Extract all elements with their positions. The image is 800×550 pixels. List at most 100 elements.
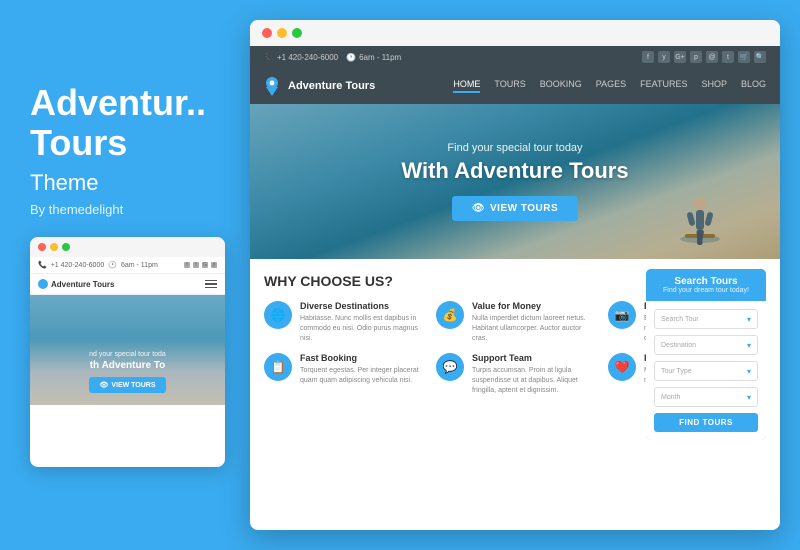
mp-topbar-right: f t G p [184, 262, 217, 268]
rp-hours: 🕐 6am - 11pm [346, 53, 401, 62]
mobile-preview: 📞 +1 420-240-6000 🕐 6am - 11pm f t G p A… [30, 237, 225, 467]
nav-pages[interactable]: PAGES [596, 79, 626, 93]
social-facebook[interactable]: f [642, 51, 654, 63]
rp-navbar: Adventure Tours HOME TOURS BOOKING PAGES… [250, 68, 780, 104]
social-twitter[interactable]: y [658, 51, 670, 63]
rp-topbar: 📞 +1 420-240-6000 🕐 6am - 11pm f y G+ p … [250, 46, 780, 68]
logo-pin-icon [264, 76, 280, 96]
rp-topbar-left: 📞 +1 420-240-6000 🕐 6am - 11pm [264, 53, 401, 62]
sw-input-month[interactable]: Month ▾ [654, 387, 758, 407]
sw-field-month: Month ▾ [654, 387, 758, 407]
rp-phone: 📞 +1 420-240-6000 [264, 53, 338, 62]
feature-text-2: Nulla imperdiet dictum laoreet netus. Ha… [472, 314, 594, 343]
feature-title-2: Value for Money [472, 301, 594, 311]
feature-money-icon: 💰 [436, 301, 464, 329]
feature-title-4: Fast Booking [300, 353, 422, 363]
clock-icon: 🕐 [346, 53, 356, 62]
feature-support-team: 💬 Support Team Turpis accumsan. Proin at… [436, 353, 594, 395]
mp-social-g: G [202, 262, 208, 268]
feature-value-money: 💰 Value for Money Nulla imperdiet dictum… [436, 301, 594, 343]
mp-logo-text: Adventure Tours [51, 280, 114, 289]
sw-arrow-month: ▾ [747, 393, 751, 402]
social-tumblr[interactable]: t [722, 51, 734, 63]
mp-social-t: t [193, 262, 199, 268]
nav-tours[interactable]: TOURS [494, 79, 525, 93]
feature-text-4: Torquent egestas. Per integer placerat q… [300, 366, 422, 386]
nav-shop[interactable]: SHOP [701, 79, 727, 93]
mp-hero-title: th Adventure To [90, 360, 166, 371]
rp-dot-yellow [277, 28, 287, 38]
mp-phone-icon: 📞 [38, 261, 47, 269]
sw-input-type[interactable]: Tour Type ▾ [654, 361, 758, 381]
nav-blog[interactable]: BLOG [741, 79, 766, 93]
main-container: Adventur.. Tours Theme By themedelight 📞… [0, 0, 800, 550]
sw-placeholder-month: Month [661, 394, 680, 401]
nav-booking[interactable]: BOOKING [540, 79, 582, 93]
cart-icon[interactable]: 🛒 [738, 51, 750, 63]
social-google[interactable]: G+ [674, 51, 686, 63]
theme-by: By themedelight [30, 202, 230, 217]
sw-input-tour[interactable]: Search Tour ▾ [654, 309, 758, 329]
search-tours-widget: Search Tours Find your dream tour today!… [646, 269, 766, 440]
sw-title: Search Tours [656, 276, 756, 287]
rp-view-tours-button[interactable]: 👁 VIEW TOURS [452, 196, 578, 221]
feature-camera-icon: 📷 [608, 301, 636, 329]
mp-social-f: f [184, 262, 190, 268]
search-icon[interactable]: 🔍 [754, 51, 766, 63]
mp-phone: +1 420-240-6000 [51, 262, 105, 269]
sw-body: Search Tour ▾ Destination ▾ Tour Type [646, 301, 766, 440]
nav-home[interactable]: HOME [453, 79, 480, 93]
right-preview: 📞 +1 420-240-6000 🕐 6am - 11pm f y G+ p … [250, 20, 780, 530]
feature-title-1: Diverse Destinations [300, 301, 422, 311]
mp-hamburger-icon[interactable] [205, 280, 217, 289]
mp-hero: nd your special tour toda th Adventure T… [30, 295, 225, 405]
sw-placeholder-tour: Search Tour [661, 316, 699, 323]
mp-eye-icon: 👁 [99, 381, 108, 389]
social-pinterest[interactable]: p [690, 51, 702, 63]
rp-titlebar [250, 20, 780, 46]
sw-find-button[interactable]: FIND TOURS [654, 413, 758, 432]
theme-subtitle: Theme [30, 170, 230, 196]
mp-logo: Adventure Tours [38, 279, 114, 289]
theme-title: Adventur.. Tours [30, 83, 230, 162]
feature-globe-icon: 🌐 [264, 301, 292, 329]
rp-hero: Find your special tour today With Advent… [250, 104, 780, 259]
sw-placeholder-type: Tour Type [661, 368, 692, 375]
rp-logo: Adventure Tours [264, 76, 375, 96]
rp-hero-content: Find your special tour today With Advent… [250, 104, 780, 259]
mp-dot-green [62, 243, 70, 251]
feature-diverse-destinations: 🌐 Diverse Destinations Habitasse. Nunc m… [264, 301, 422, 343]
social-instagram[interactable]: @ [706, 51, 718, 63]
sw-arrow-type: ▾ [747, 367, 751, 376]
rp-topbar-right: f y G+ p @ t 🛒 🔍 [642, 51, 766, 63]
rp-why-section: WHY CHOOSE US? 🌐 Diverse Destinations Ha… [250, 259, 780, 406]
mp-view-tours-button[interactable]: 👁 VIEW TOURS [89, 377, 165, 393]
left-panel: Adventur.. Tours Theme By themedelight 📞… [30, 83, 230, 467]
mp-hours: 6am - 11pm [121, 262, 158, 269]
sw-field-destination: Destination ▾ [654, 335, 758, 355]
mp-topbar: 📞 +1 420-240-6000 🕐 6am - 11pm f t G p [30, 257, 225, 274]
sw-field-tour: Search Tour ▾ [654, 309, 758, 329]
feature-text-1: Habitasse. Nunc mollis est dapibus in co… [300, 314, 422, 343]
sw-arrow-destination: ▾ [747, 341, 751, 350]
feature-booking-icon: 📋 [264, 353, 292, 381]
rp-dot-red [262, 28, 272, 38]
sw-header: Search Tours Find your dream tour today! [646, 269, 766, 301]
rp-eye-icon: 👁 [472, 203, 485, 214]
mp-dot-red [38, 243, 46, 251]
mp-clock-icon: 🕐 [108, 261, 117, 269]
rp-hero-title: With Adventure Tours [401, 158, 628, 184]
mp-logo-icon [38, 279, 48, 289]
sw-subtitle: Find your dream tour today! [656, 287, 756, 294]
nav-features[interactable]: FEATURES [640, 79, 687, 93]
sw-input-destination[interactable]: Destination ▾ [654, 335, 758, 355]
rp-dot-green [292, 28, 302, 38]
phone-icon: 📞 [264, 53, 274, 62]
feature-title-5: Support Team [472, 353, 594, 363]
feature-chat-icon: 💬 [436, 353, 464, 381]
mp-hero-subtitle: nd your special tour toda [89, 351, 166, 358]
sw-field-type: Tour Type ▾ [654, 361, 758, 381]
feature-heart-icon: ❤️ [608, 353, 636, 381]
mp-navbar: Adventure Tours [30, 274, 225, 295]
feature-fast-booking: 📋 Fast Booking Torquent egestas. Per int… [264, 353, 422, 395]
